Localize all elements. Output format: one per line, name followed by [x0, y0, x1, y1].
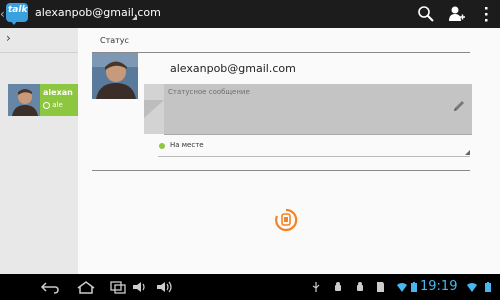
section-title: Статус	[100, 36, 129, 45]
status-ring-icon	[43, 101, 50, 109]
battery-level-icon	[485, 282, 491, 292]
account-dropdown-icon[interactable]	[132, 15, 137, 20]
talk-logo-tail	[10, 20, 18, 25]
overflow-menu-icon[interactable]	[476, 4, 496, 24]
android-icon	[357, 282, 363, 291]
battery-icon	[411, 282, 417, 292]
status-placeholder: Статусное сообщение	[168, 88, 250, 96]
contact-status-text: ale	[52, 101, 63, 109]
account-email: alexanpob@gmail.com	[170, 62, 296, 75]
action-bar: ‹ talk alexanpob@gmail.com	[0, 0, 500, 28]
status-message-field[interactable]: Статусное сообщение	[164, 84, 472, 135]
contact-name: alexan	[43, 88, 73, 97]
back-button-icon[interactable]	[40, 280, 60, 294]
section-divider	[92, 52, 470, 53]
contacts-pane: › alexan ale	[0, 28, 78, 274]
status-fold-shade	[144, 100, 164, 118]
sd-card-icon	[377, 282, 384, 292]
presence-selector[interactable]: На месте	[158, 138, 470, 157]
presence-label: На месте	[170, 141, 204, 149]
wifi-icon	[397, 283, 407, 292]
available-dot-icon	[159, 143, 165, 149]
recent-apps-icon[interactable]	[108, 280, 128, 294]
presence-dropdown-icon	[465, 150, 470, 155]
clock: 19:19	[420, 279, 458, 294]
talk-logo[interactable]: talk	[6, 3, 28, 25]
volume-down-icon[interactable]	[130, 280, 150, 294]
usb-icon	[312, 282, 320, 292]
system-bar: 19:19	[0, 274, 500, 300]
pencil-icon[interactable]	[452, 99, 466, 113]
android-debug-icon	[335, 282, 341, 291]
search-icon[interactable]	[416, 4, 436, 24]
home-button-icon[interactable]	[76, 280, 96, 294]
wifi-signal-icon	[467, 283, 477, 292]
status-fold	[144, 84, 164, 134]
left-divider	[0, 52, 78, 53]
profile-avatar[interactable]	[92, 53, 138, 99]
contact-avatar	[8, 84, 40, 116]
contact-status: ale	[43, 101, 63, 109]
status-panel: Статус alexanpob@gmail.com Статусное соо…	[78, 28, 500, 274]
account-selector[interactable]: alexanpob@gmail.com	[35, 6, 161, 19]
contact-info: alexan ale	[40, 84, 78, 116]
bottom-divider	[92, 170, 470, 171]
volume-up-icon[interactable]	[154, 280, 174, 294]
loading-spinner-icon	[275, 208, 298, 232]
contact-item[interactable]: alexan ale	[8, 84, 78, 116]
expand-chevron-icon[interactable]: ›	[6, 31, 11, 45]
add-friend-icon[interactable]	[446, 4, 466, 24]
talk-logo-text: talk	[8, 5, 28, 15]
status-message-area[interactable]: Статусное сообщение	[144, 84, 472, 135]
